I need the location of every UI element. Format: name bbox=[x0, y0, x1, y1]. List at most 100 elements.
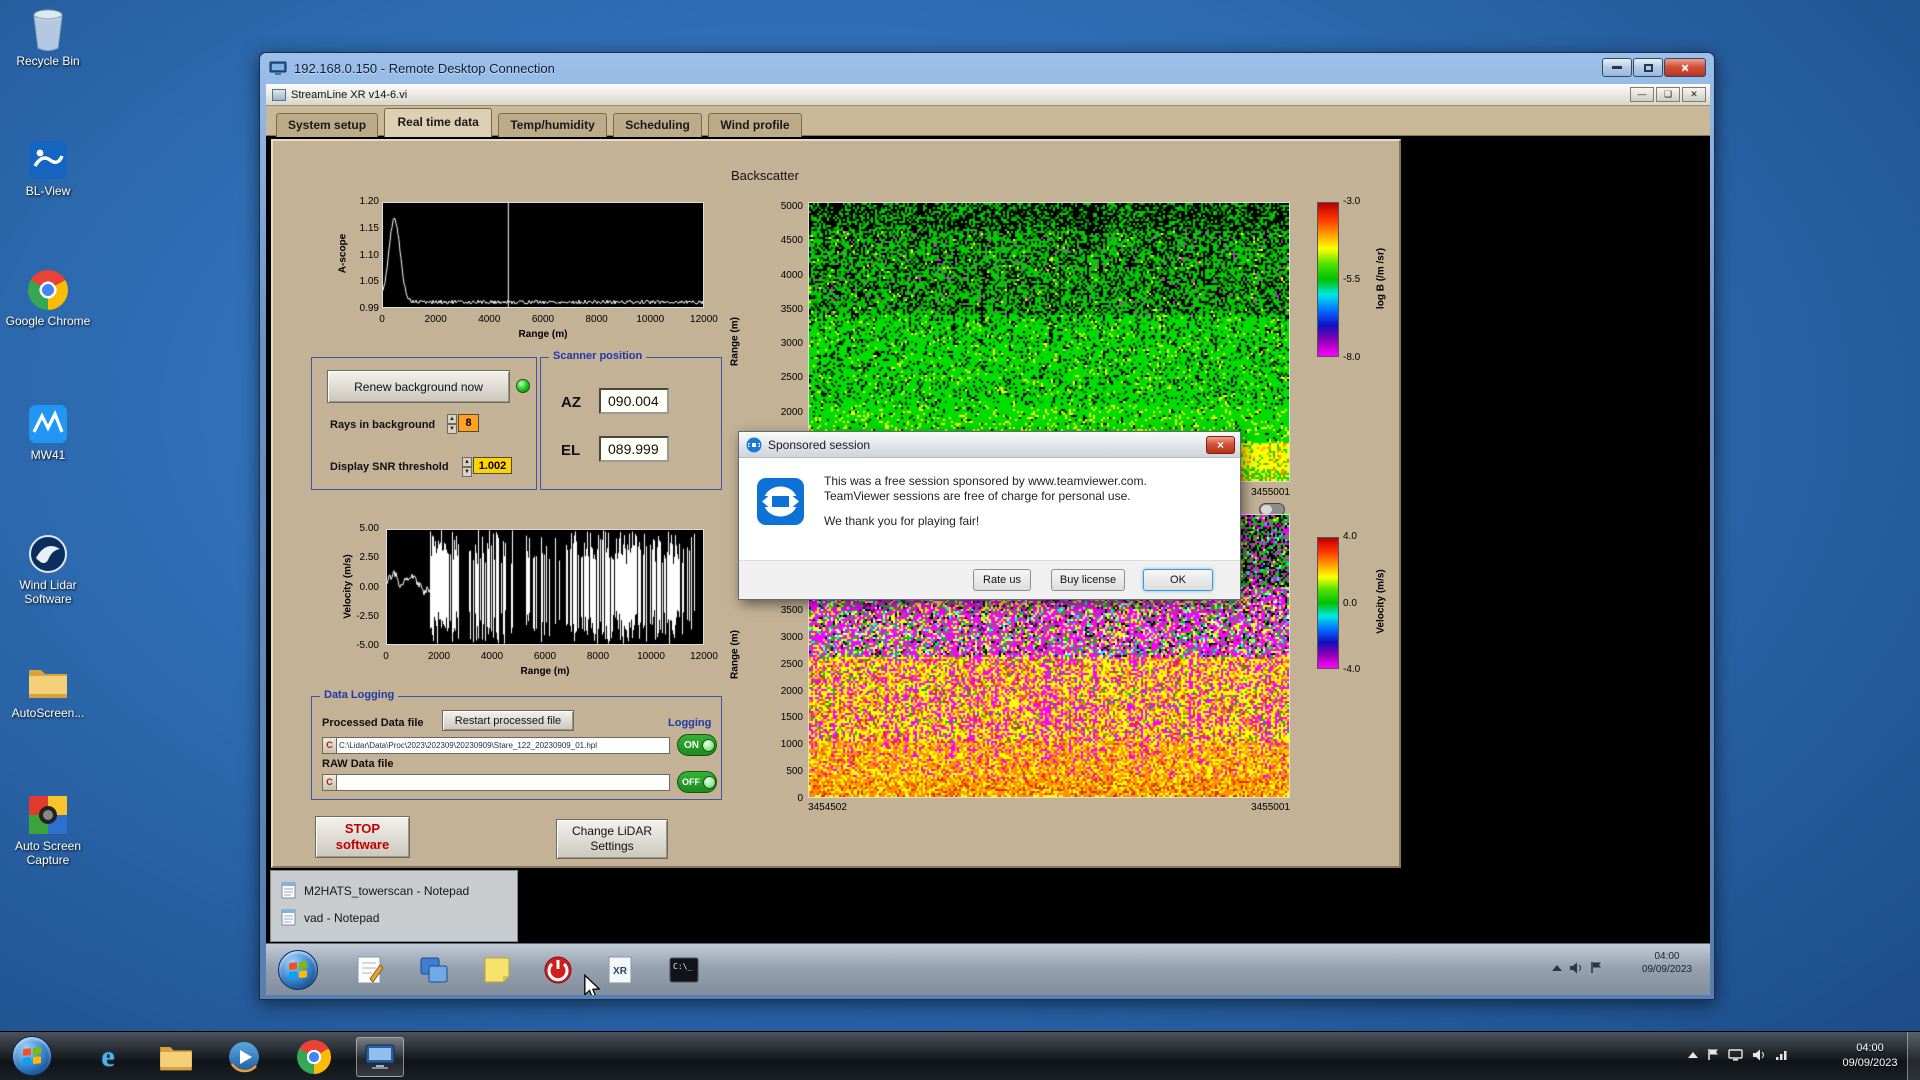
chevron-up-icon[interactable] bbox=[1552, 964, 1562, 971]
snr-spinner[interactable]: ▲ ▼ bbox=[462, 457, 472, 477]
internet-explorer-icon[interactable]: e bbox=[88, 1037, 128, 1077]
backscatter-y-axis-label: Range (m) bbox=[729, 317, 741, 366]
app-titlebar[interactable]: StreamLine XR v14-6.vi — ❏ ✕ bbox=[266, 84, 1710, 106]
app-window-icon bbox=[272, 88, 286, 101]
desktop-screen: Recycle Bin BL-View Google Chrome MW41 W… bbox=[0, 0, 1920, 1080]
start-button[interactable] bbox=[12, 1036, 52, 1076]
folder-icon bbox=[26, 660, 70, 704]
action-center-flag-icon[interactable] bbox=[1707, 1048, 1719, 1061]
snr-value-field[interactable]: 1.002 bbox=[473, 457, 512, 474]
chrome-taskbar-icon[interactable] bbox=[294, 1037, 334, 1077]
remote-tray-icons bbox=[1552, 961, 1602, 974]
rdp-window-title: 192.168.0.150 - Remote Desktop Connectio… bbox=[294, 61, 555, 76]
desktop-icon-wind-lidar-software[interactable]: Wind Lidar Software bbox=[2, 532, 94, 607]
rdp-taskbar-button[interactable] bbox=[356, 1037, 404, 1077]
rdp-maximize-button[interactable] bbox=[1633, 58, 1663, 77]
drive-button[interactable]: C bbox=[322, 774, 337, 791]
remote-start-button[interactable] bbox=[278, 950, 318, 990]
el-value-field[interactable]: 089.999 bbox=[599, 436, 669, 462]
az-value-field[interactable]: 090.004 bbox=[599, 388, 669, 414]
app-close-button[interactable]: ✕ bbox=[1682, 87, 1706, 102]
raw-logging-toggle[interactable]: OFF bbox=[677, 771, 717, 793]
volume-icon[interactable] bbox=[1569, 962, 1583, 974]
buy-license-button[interactable]: Buy license bbox=[1051, 569, 1125, 591]
bl-view-icon bbox=[26, 138, 70, 182]
ascope-canvas bbox=[383, 203, 703, 307]
raw-data-file-label: RAW Data file bbox=[322, 758, 394, 770]
processed-path-field[interactable]: C:\Lidar\Data\Proc\2023\202309\20230909\… bbox=[337, 737, 670, 754]
processed-data-file-label: Processed Data file bbox=[322, 717, 424, 729]
raw-path-control[interactable]: C bbox=[322, 774, 670, 791]
change-lidar-settings-button[interactable]: Change LiDAR Settings bbox=[556, 819, 668, 859]
tab-scheduling[interactable]: Scheduling bbox=[613, 113, 702, 137]
remote-tray-clock[interactable]: 04:00 09/09/2023 bbox=[1642, 951, 1692, 976]
quicklaunch-window-icon[interactable] bbox=[417, 953, 451, 987]
desktop-icon-auto-screen-capture[interactable]: Auto Screen Capture bbox=[2, 793, 94, 868]
notepad-icon bbox=[281, 909, 296, 926]
chrome-icon bbox=[26, 268, 70, 312]
quicklaunch-notepad-icon[interactable] bbox=[353, 953, 387, 987]
recycle-bin-icon bbox=[26, 8, 70, 52]
media-player-icon[interactable] bbox=[224, 1037, 264, 1077]
renew-background-led bbox=[516, 379, 530, 393]
auto-screen-capture-icon bbox=[26, 793, 70, 837]
popup-item-vad[interactable]: vad - Notepad bbox=[271, 904, 517, 931]
network-icon[interactable] bbox=[1775, 1049, 1789, 1061]
velocity-colorbar-ticks: 4.0 0.0 -4.0 bbox=[1343, 531, 1361, 675]
toggle-dot bbox=[702, 738, 715, 752]
desktop-icon-mw41[interactable]: MW41 bbox=[2, 402, 94, 463]
processed-logging-toggle[interactable]: ON bbox=[677, 734, 717, 756]
quicklaunch-power-off-icon[interactable] bbox=[541, 953, 575, 987]
tab-system-setup[interactable]: System setup bbox=[276, 113, 379, 137]
rdp-window: 192.168.0.150 - Remote Desktop Connectio… bbox=[259, 52, 1715, 1000]
host-taskbar: e 04:00 09/09/2023 bbox=[0, 1031, 1920, 1080]
stop-software-button[interactable]: STOP software bbox=[315, 816, 410, 858]
rdp-close-button[interactable]: × bbox=[1664, 58, 1706, 77]
desktop-icon-recycle-bin[interactable]: Recycle Bin bbox=[2, 8, 94, 69]
rdp-minimize-button[interactable] bbox=[1602, 58, 1632, 77]
restart-processed-file-button[interactable]: Restart processed file bbox=[442, 710, 574, 731]
rate-us-button[interactable]: Rate us bbox=[973, 569, 1031, 591]
velocity-y-ticks: 5.00 2.50 0.00 -2.50 -5.00 bbox=[356, 523, 379, 651]
app-tabbar: System setup Real time data Temp/humidit… bbox=[266, 106, 1710, 137]
ok-button[interactable]: OK bbox=[1143, 569, 1213, 591]
raw-path-field[interactable] bbox=[337, 774, 670, 791]
dialog-titlebar[interactable]: Sponsored session × bbox=[739, 432, 1240, 458]
desktop-icon-google-chrome[interactable]: Google Chrome bbox=[2, 268, 94, 329]
desktop-icon-bl-view[interactable]: BL-View bbox=[2, 138, 94, 199]
tab-real-time-data[interactable]: Real time data bbox=[384, 108, 492, 137]
tab-wind-profile[interactable]: Wind profile bbox=[708, 113, 802, 137]
remote-session: StreamLine XR v14-6.vi — ❏ ✕ System setu… bbox=[266, 84, 1710, 995]
desktop-icon-label: Recycle Bin bbox=[16, 54, 80, 68]
teamviewer-icon bbox=[746, 437, 762, 452]
quicklaunch-xr-document-icon[interactable]: XR bbox=[603, 953, 637, 987]
backscatter-title: Backscatter bbox=[731, 168, 799, 183]
scanner-position-group: Scanner position AZ 090.004 EL 089.999 bbox=[540, 350, 722, 490]
windows-explorer-icon[interactable] bbox=[156, 1037, 196, 1077]
rdp-titlebar[interactable]: 192.168.0.150 - Remote Desktop Connectio… bbox=[260, 53, 1714, 84]
renew-background-button[interactable]: Renew background now bbox=[327, 370, 510, 403]
flag-icon[interactable] bbox=[1590, 961, 1602, 974]
dialog-close-button[interactable]: × bbox=[1206, 436, 1235, 454]
quicklaunch-sticky-notes-icon[interactable] bbox=[480, 953, 514, 987]
quicklaunch-console-icon[interactable]: C:\_ bbox=[667, 953, 701, 987]
desktop-icon-label: Wind Lidar Software bbox=[19, 578, 77, 606]
drive-button[interactable]: C bbox=[322, 737, 337, 754]
desktop-icon-autoscreen-folder[interactable]: AutoScreen... bbox=[2, 660, 94, 721]
app-restore-button[interactable]: ❏ bbox=[1656, 87, 1680, 102]
velocity-line-plot bbox=[386, 529, 704, 645]
taskbar-popup-list: M2HATS_towerscan - Notepad vad - Notepad bbox=[270, 870, 518, 942]
app-window-title: StreamLine XR v14-6.vi bbox=[291, 88, 408, 101]
tab-temp-humidity[interactable]: Temp/humidity bbox=[498, 113, 607, 137]
display-icon[interactable] bbox=[1728, 1048, 1743, 1061]
processed-path-control[interactable]: C C:\Lidar\Data\Proc\2023\202309\2023090… bbox=[322, 737, 670, 754]
volume-icon[interactable] bbox=[1752, 1049, 1766, 1061]
popup-item-m2hats[interactable]: M2HATS_towerscan - Notepad bbox=[271, 877, 517, 904]
show-desktop-button[interactable] bbox=[1907, 1032, 1920, 1080]
rays-spinner[interactable]: ▲ ▼ bbox=[447, 414, 457, 434]
desktop-icon-label: Google Chrome bbox=[5, 314, 91, 328]
chevron-up-icon[interactable] bbox=[1688, 1051, 1698, 1058]
host-tray-clock[interactable]: 04:00 09/09/2023 bbox=[1828, 1041, 1912, 1071]
app-minimize-button[interactable]: — bbox=[1630, 87, 1654, 102]
rays-value-field[interactable]: 8 bbox=[458, 414, 479, 432]
